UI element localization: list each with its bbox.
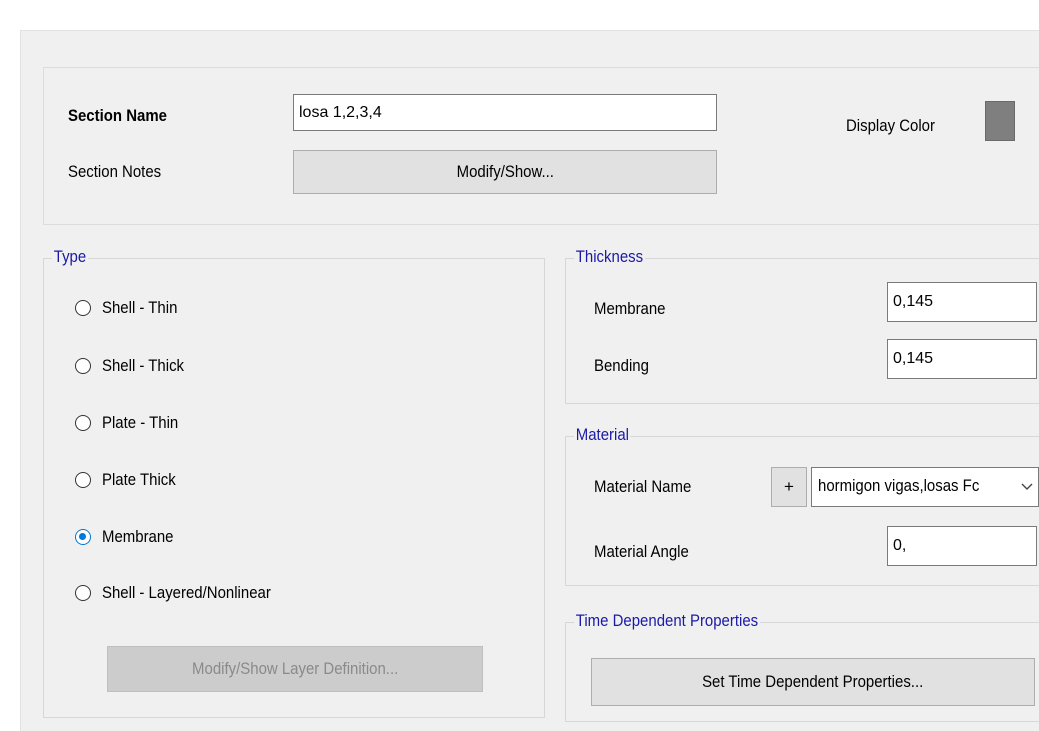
section-notes-label: Section Notes xyxy=(68,162,162,181)
chevron-down-icon[interactable] xyxy=(1016,468,1038,506)
radio-shell-thick[interactable] xyxy=(75,358,91,374)
section-name-input[interactable] xyxy=(293,94,717,131)
time-dependent-legend: Time Dependent Properties xyxy=(574,611,760,631)
set-time-dependent-properties-button[interactable]: Set Time Dependent Properties... xyxy=(591,658,1035,706)
material-name-label: Material Name xyxy=(594,477,692,496)
radio-membrane[interactable] xyxy=(75,529,91,545)
label-shell-layered[interactable]: Shell - Layered/Nonlinear xyxy=(102,583,271,603)
display-color-swatch[interactable] xyxy=(985,101,1015,141)
display-color-label: Display Color xyxy=(846,116,935,135)
material-angle-input[interactable] xyxy=(887,526,1037,566)
label-plate-thick[interactable]: Plate Thick xyxy=(102,470,176,490)
type-legend: Type xyxy=(52,247,88,267)
material-angle-label: Material Angle xyxy=(594,542,689,561)
material-legend: Material xyxy=(574,425,631,445)
bending-thickness-label: Bending xyxy=(594,356,649,375)
material-name-value: hormigon vigas,losas Fc xyxy=(818,476,980,495)
radio-plate-thin[interactable] xyxy=(75,415,91,431)
radio-plate-thick[interactable] xyxy=(75,472,91,488)
modify-layer-definition-button: Modify/Show Layer Definition... xyxy=(107,646,483,692)
section-header-group xyxy=(43,67,1039,225)
label-plate-thin[interactable]: Plate - Thin xyxy=(102,413,178,433)
label-membrane[interactable]: Membrane xyxy=(102,527,174,547)
add-material-button[interactable]: + xyxy=(771,467,807,507)
radio-shell-thin[interactable] xyxy=(75,300,91,316)
modify-show-notes-button[interactable]: Modify/Show... xyxy=(293,150,717,194)
section-name-label: Section Name xyxy=(68,106,167,125)
thickness-legend: Thickness xyxy=(574,247,645,267)
radio-shell-layered[interactable] xyxy=(75,585,91,601)
label-shell-thick[interactable]: Shell - Thick xyxy=(102,356,184,376)
membrane-thickness-input[interactable] xyxy=(887,282,1037,322)
bending-thickness-input[interactable] xyxy=(887,339,1037,379)
material-name-select[interactable]: hormigon vigas,losas Fc xyxy=(811,467,1039,507)
membrane-thickness-label: Membrane xyxy=(594,299,666,318)
thickness-group xyxy=(565,258,1039,404)
label-shell-thin[interactable]: Shell - Thin xyxy=(102,298,177,318)
